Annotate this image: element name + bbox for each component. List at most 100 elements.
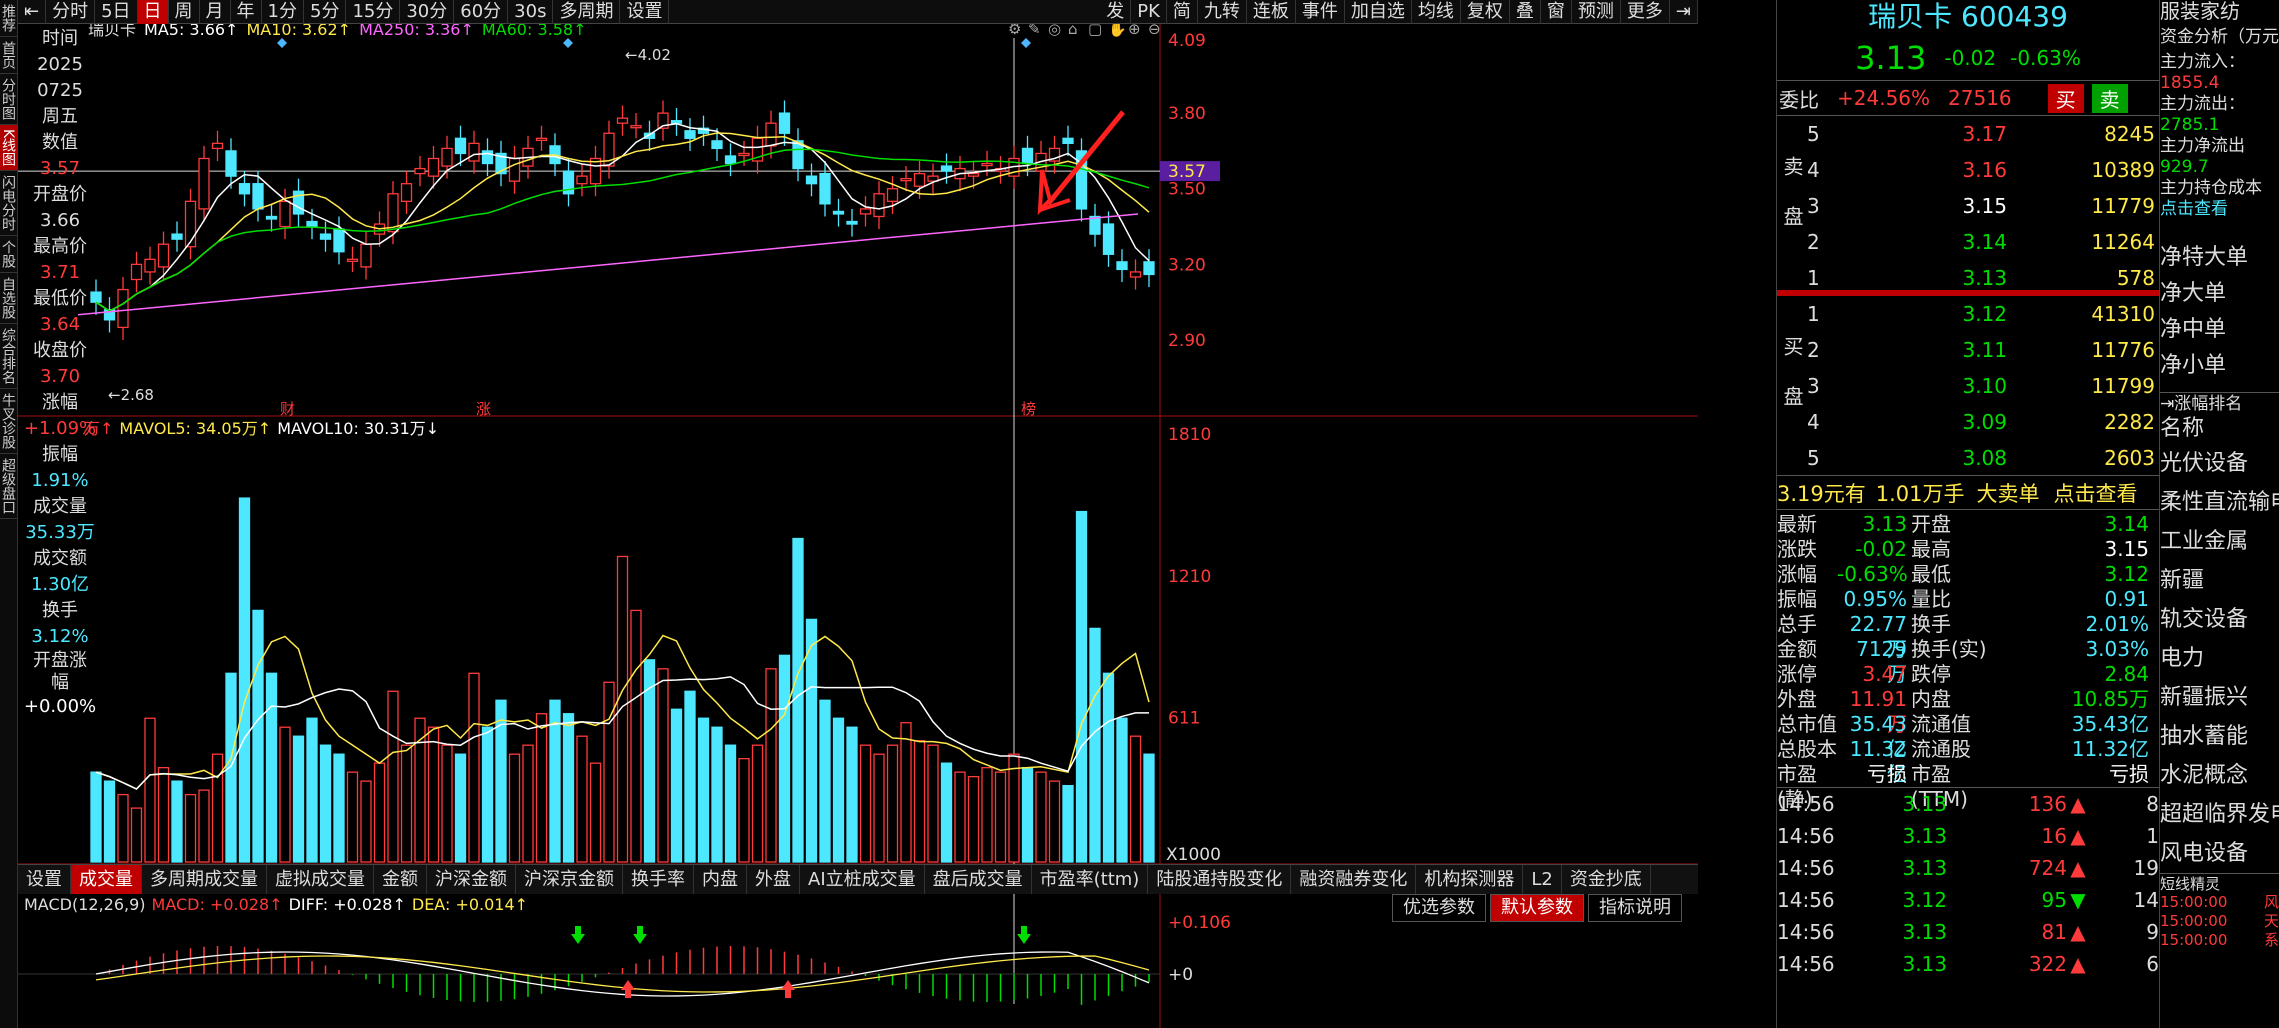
macd-btn-2[interactable]: 指标说明: [1588, 894, 1682, 922]
chart-tool-icon[interactable]: ▢: [1088, 24, 1102, 38]
tab-11[interactable]: 盘后成交量: [925, 865, 1032, 894]
sector-item[interactable]: 水泥概念: [2160, 756, 2279, 795]
tab-17[interactable]: 资金抄底: [1562, 865, 1651, 894]
ask-row[interactable]: 4 3.16 10389: [1807, 152, 2159, 188]
sector-item[interactable]: 新疆: [2160, 561, 2279, 600]
buy-button[interactable]: 买: [2047, 83, 2084, 113]
period-6[interactable]: 1分: [262, 0, 304, 24]
big-order-link[interactable]: 点击查看: [2054, 478, 2138, 508]
bid-row[interactable]: 1 3.12 41310: [1807, 296, 2159, 332]
tool-12[interactable]: 更多: [1621, 0, 1670, 24]
period-9[interactable]: 30分: [400, 0, 455, 24]
ask-row[interactable]: 2 3.14 11264: [1807, 224, 2159, 260]
tool-7[interactable]: 均线: [1412, 0, 1461, 24]
chart-tool-icon[interactable]: ⚙: [1008, 24, 1021, 38]
tab-5[interactable]: 沪深金额: [427, 865, 516, 894]
period-1[interactable]: 5日: [95, 0, 138, 24]
bid-row[interactable]: 2 3.11 11776: [1807, 332, 2159, 368]
low-value: 3.64: [39, 314, 81, 335]
tab-14[interactable]: 融资融券变化: [1291, 865, 1417, 894]
left-nav-item[interactable]: 超级盘口: [0, 454, 18, 520]
tool-0[interactable]: 发: [1100, 0, 1132, 24]
tool-2[interactable]: 简: [1167, 0, 1198, 24]
tab-3[interactable]: 虚拟成交量: [267, 865, 374, 894]
tab-7[interactable]: 换手率: [623, 865, 694, 894]
net-value: 929.7: [2160, 157, 2209, 177]
collapse-icon[interactable]: ⇤: [18, 0, 47, 24]
period-8[interactable]: 15分: [346, 0, 401, 24]
tab-9[interactable]: 外盘: [747, 865, 800, 894]
chart-tool-icon[interactable]: ✋: [1108, 24, 1127, 38]
sector-item[interactable]: 超超临界发电: [2160, 795, 2279, 834]
chart-tool-icon[interactable]: ⊖: [1148, 24, 1161, 38]
tab-6[interactable]: 沪深京金额: [516, 865, 623, 894]
left-nav-item[interactable]: 推荐: [0, 0, 18, 37]
bid-row[interactable]: 3 3.10 11799: [1807, 368, 2159, 404]
tab-10[interactable]: AI立桩成交量: [800, 865, 925, 894]
macd-btn-1[interactable]: 默认参数: [1490, 894, 1584, 922]
tab-4[interactable]: 金额: [374, 865, 427, 894]
period-5[interactable]: 年: [231, 0, 262, 24]
sector-item[interactable]: 工业金属: [2160, 522, 2279, 561]
tool-1[interactable]: PK: [1131, 0, 1167, 24]
tab-16[interactable]: L2: [1523, 865, 1562, 894]
sector-item[interactable]: 新疆振兴: [2160, 678, 2279, 717]
tool-9[interactable]: 叠: [1510, 0, 1541, 24]
tab-15[interactable]: 机构探测器: [1416, 865, 1524, 894]
chart-tool-icon[interactable]: ◎: [1048, 24, 1061, 38]
ask-row[interactable]: 5 3.17 8245: [1807, 116, 2159, 152]
tool-5[interactable]: 事件: [1296, 0, 1345, 24]
expand-icon[interactable]: ⇥: [1670, 0, 1698, 24]
sector-item[interactable]: 柔性直流输电: [2160, 483, 2279, 522]
bid-row[interactable]: 5 3.08 2603: [1807, 440, 2159, 476]
period-12[interactable]: 多周期: [553, 0, 621, 24]
chart-tool-icon[interactable]: ⊕: [1128, 24, 1141, 38]
period-7[interactable]: 5分: [304, 0, 347, 24]
chart-tool-icon[interactable]: ✎: [1028, 24, 1041, 38]
tab-8[interactable]: 内盘: [694, 865, 747, 894]
tool-6[interactable]: 加自选: [1345, 0, 1412, 24]
left-nav-item[interactable]: K线图: [0, 125, 18, 172]
volume-bar: [1143, 753, 1155, 863]
left-nav-item[interactable]: 个股: [0, 236, 18, 274]
period-2[interactable]: 日: [137, 0, 169, 24]
sector-item[interactable]: 抽水蓄能: [2160, 717, 2279, 756]
quote-value: 亏损: [2109, 762, 2149, 786]
left-nav-item[interactable]: 综合排名: [0, 324, 18, 390]
tool-3[interactable]: 九转: [1198, 0, 1247, 24]
hold-link[interactable]: 点击查看: [2160, 199, 2279, 220]
big-order-row[interactable]: 3.19元有 1.01万手 大卖单 点击查看: [1777, 476, 2159, 510]
sector-item[interactable]: 风电设备: [2160, 834, 2279, 873]
tab-13[interactable]: 陆股通持股变化: [1148, 865, 1292, 894]
tab-2[interactable]: 多周期成交量: [142, 865, 267, 894]
left-nav-item[interactable]: 分时图: [0, 74, 18, 125]
period-11[interactable]: 30s: [508, 0, 554, 24]
sector-item[interactable]: 轨交设备: [2160, 600, 2279, 639]
left-nav-item[interactable]: 自选股: [0, 273, 18, 325]
tool-4[interactable]: 连板: [1247, 0, 1296, 24]
period-0[interactable]: 分时: [46, 0, 96, 24]
candle-body: [265, 215, 278, 220]
period-10[interactable]: 60分: [454, 0, 509, 24]
tool-10[interactable]: 窗: [1541, 0, 1572, 24]
tool-8[interactable]: 复权: [1461, 0, 1510, 24]
period-13[interactable]: 设置: [620, 0, 670, 24]
period-4[interactable]: 月: [200, 0, 231, 24]
left-nav-item[interactable]: 闪电分时: [0, 171, 18, 237]
sell-button[interactable]: 卖: [2091, 83, 2128, 113]
tool-11[interactable]: 预测: [1572, 0, 1621, 24]
tab-1[interactable]: 成交量: [71, 865, 142, 894]
macd-btn-0[interactable]: 优选参数: [1392, 894, 1486, 922]
sector-item[interactable]: 光伏设备: [2160, 444, 2279, 483]
left-nav-item[interactable]: 首页: [0, 37, 18, 74]
candle-body: [400, 183, 413, 202]
period-3[interactable]: 周: [169, 0, 200, 24]
bid-row[interactable]: 4 3.09 2282: [1807, 404, 2159, 440]
ask-row[interactable]: 1 3.13 578: [1807, 260, 2159, 296]
tab-0[interactable]: 设置: [18, 865, 71, 894]
chart-tool-icon[interactable]: ⌂: [1068, 24, 1078, 38]
left-nav-item[interactable]: 牛叉诊股: [0, 389, 18, 455]
sector-item[interactable]: 电力: [2160, 639, 2279, 678]
ask-row[interactable]: 3 3.15 11779: [1807, 188, 2159, 224]
tab-12[interactable]: 市盈率(ttm): [1032, 865, 1149, 894]
